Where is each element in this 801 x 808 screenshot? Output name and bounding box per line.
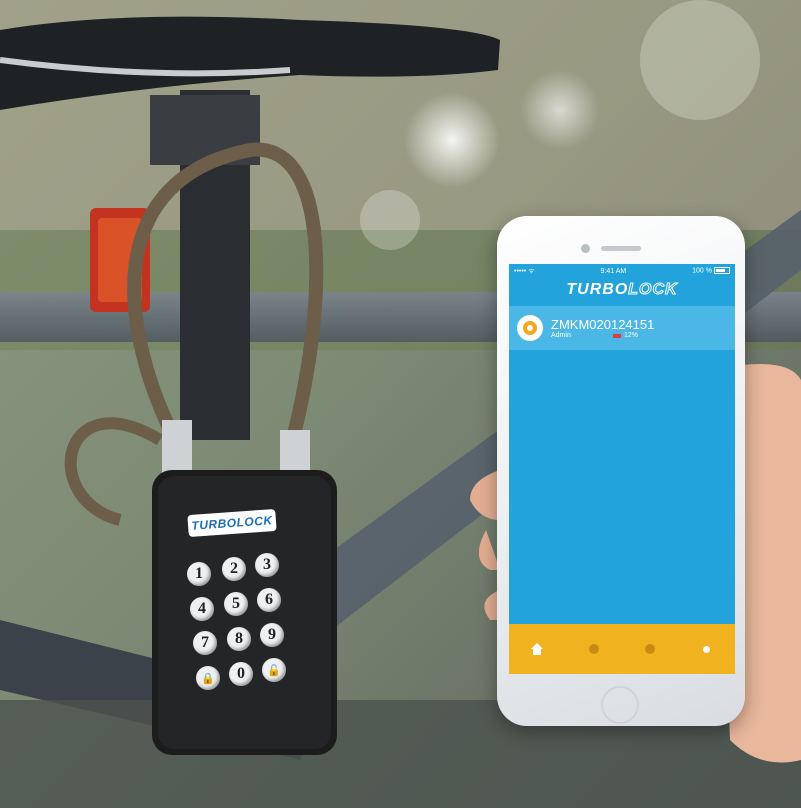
keypad-key-6[interactable]: 6 <box>257 588 281 612</box>
keypad-key-2[interactable]: 2 <box>222 557 246 581</box>
device-battery: 12% <box>624 332 639 339</box>
carrier-signal: ••••• ᯤ <box>514 267 535 275</box>
status-time: 9:41 AM <box>600 267 627 275</box>
lock-icon[interactable]: 🔒 <box>196 666 220 690</box>
low-battery-icon <box>613 333 621 338</box>
lock-device-icon <box>517 315 543 341</box>
tab-dot-icon-2[interactable] <box>639 638 661 660</box>
status-bar: ••••• ᯤ 9:41 AM 100 % <box>509 264 735 278</box>
app-title: TURBOLOCK <box>566 281 678 299</box>
keypad-key-3[interactable]: 3 <box>255 553 279 577</box>
bottom-tab-bar <box>509 624 735 674</box>
device-name: ZMKM020124151 <box>551 317 655 332</box>
keypad-key-9[interactable]: 9 <box>260 623 284 647</box>
keypad-key-8[interactable]: 8 <box>227 627 251 651</box>
keypad-key-4[interactable]: 4 <box>190 597 214 621</box>
keypad-key-1[interactable]: 1 <box>187 562 211 586</box>
keypad-key-5[interactable]: 5 <box>224 592 248 616</box>
settings-icon[interactable] <box>696 638 718 660</box>
home-button[interactable] <box>601 686 639 724</box>
front-camera <box>581 244 590 253</box>
keypad-key-7[interactable]: 7 <box>193 631 217 655</box>
home-icon[interactable] <box>526 638 548 660</box>
device-role: Admin <box>551 332 571 339</box>
battery-icon <box>713 267 730 275</box>
status-battery: 100 % <box>692 267 730 275</box>
unlock-icon[interactable]: 🔓 <box>262 658 286 682</box>
smartphone: ••••• ᯤ 9:41 AM 100 % TURBOLOCK ZMKM0201… <box>497 216 745 726</box>
keypad-key-0[interactable]: 0 <box>229 662 253 686</box>
earpiece-speaker <box>601 246 641 251</box>
device-list-item[interactable]: ZMKM020124151 Admin 12% <box>509 306 735 350</box>
phone-screen: ••••• ᯤ 9:41 AM 100 % TURBOLOCK ZMKM0201… <box>509 264 735 674</box>
tab-dot-icon[interactable] <box>583 638 605 660</box>
